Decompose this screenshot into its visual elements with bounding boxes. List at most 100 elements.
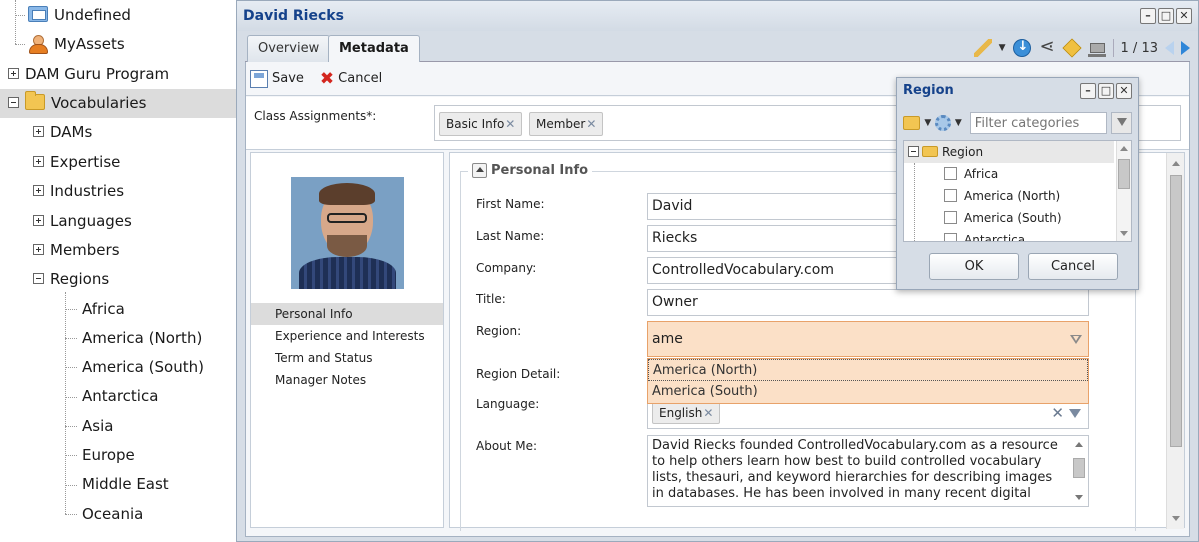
gear-icon[interactable] (935, 115, 951, 131)
collapse-icon[interactable] (472, 163, 487, 178)
class-assignments-label: Class Assignments*: (254, 109, 377, 123)
chevron-down-icon[interactable] (1070, 335, 1082, 344)
save-button[interactable]: Save (250, 69, 304, 88)
tree-item-africa[interactable]: Africa (82, 295, 125, 324)
checkbox[interactable] (944, 189, 957, 202)
package-icon[interactable] (1061, 38, 1082, 58)
section-legend[interactable]: Personal Info (468, 163, 593, 178)
expand-icon[interactable] (33, 243, 44, 255)
region-picker-dialog: Region – □ ✕ ▼ ▼ Region Africa America (… (896, 77, 1139, 290)
tree-item-vocabularies[interactable]: Vocabularies (0, 89, 236, 118)
chevron-down-icon[interactable] (1069, 409, 1081, 418)
section-nav: Personal Info Experience and Interests T… (251, 303, 443, 391)
company-label: Company: (476, 261, 537, 275)
folder-icon[interactable] (903, 116, 921, 130)
cancel-icon: ✖ (319, 68, 335, 89)
expand-icon[interactable] (33, 184, 44, 196)
language-label: Language: (476, 397, 540, 411)
pencil-icon[interactable] (973, 39, 992, 57)
maximize-button[interactable]: □ (1158, 8, 1174, 24)
nav-item-manager-notes[interactable]: Manager Notes (251, 369, 443, 391)
window-titlebar[interactable]: David Riecks – □ ✕ (237, 1, 1198, 31)
title-field[interactable]: Owner (647, 289, 1089, 316)
region-checkbox-item[interactable]: Antarctica (944, 229, 1025, 241)
last-name-label: Last Name: (476, 229, 545, 243)
collapse-icon[interactable] (908, 145, 919, 157)
tab-metadata[interactable]: Metadata (328, 35, 420, 63)
tree-item-america-north[interactable]: America (North) (82, 324, 202, 353)
filter-icon[interactable] (1110, 112, 1132, 134)
tree-item-dam-guru-program[interactable]: DAM Guru Program (8, 60, 169, 89)
tree-item-america-south[interactable]: America (South) (82, 353, 204, 382)
chevron-down-icon[interactable]: ▼ (955, 118, 962, 128)
region-option[interactable]: America (South) (648, 381, 1088, 403)
close-button[interactable]: ✕ (1176, 8, 1192, 24)
remove-icon[interactable]: ✕ (703, 406, 713, 420)
tree-item-myassets[interactable]: MyAssets (28, 30, 125, 59)
tab-overview[interactable]: Overview (247, 35, 331, 62)
chevron-down-icon[interactable]: ▼ (924, 118, 931, 128)
dialog-cancel-button[interactable]: Cancel (1028, 253, 1118, 280)
tree-item-languages[interactable]: Languages (33, 207, 132, 236)
clear-icon[interactable]: ✕ (1051, 404, 1064, 422)
class-chip[interactable]: Basic Info✕ (439, 112, 523, 136)
folder-icon (922, 145, 938, 157)
region-detail-label: Region Detail: (476, 367, 561, 381)
checkbox[interactable] (944, 211, 957, 224)
region-checkbox-item[interactable]: America (North) (944, 185, 1060, 207)
next-icon[interactable] (1181, 41, 1190, 55)
tree-item-expertise[interactable]: Expertise (33, 148, 120, 177)
previous-icon[interactable] (1165, 41, 1174, 55)
tree-item-europe[interactable]: Europe (82, 441, 135, 470)
folder-icon (25, 91, 45, 110)
tree-item-undefined[interactable]: Undefined (28, 1, 131, 30)
ok-button[interactable]: OK (929, 253, 1019, 280)
tree-item-oceania[interactable]: Oceania (82, 500, 143, 529)
chevron-down-icon[interactable]: ▼ (999, 43, 1006, 53)
about-textarea[interactable]: David Riecks founded ControlledVocabular… (647, 435, 1089, 507)
nav-item-experience[interactable]: Experience and Interests (251, 325, 443, 347)
download-icon[interactable] (1012, 39, 1031, 57)
language-chip[interactable]: English✕ (652, 402, 721, 424)
share-icon[interactable] (1038, 36, 1056, 57)
collapse-icon[interactable] (33, 272, 44, 284)
tree-item-industries[interactable]: Industries (33, 177, 124, 206)
cancel-button[interactable]: ✖ Cancel (319, 68, 382, 89)
tab-tools: ▼ 1 / 13 (973, 36, 1190, 59)
tree-item-members[interactable]: Members (33, 236, 120, 265)
maximize-button[interactable]: □ (1098, 83, 1114, 99)
expand-icon[interactable] (33, 125, 44, 137)
expand-icon[interactable] (8, 67, 19, 79)
region-checkbox-item[interactable]: America (South) (944, 207, 1062, 229)
checkbox[interactable] (944, 167, 957, 180)
expand-icon[interactable] (33, 155, 44, 167)
category-tree: Undefined MyAssets DAM Guru Program Voca… (0, 0, 236, 542)
pager-text: 1 / 13 (1120, 40, 1158, 56)
minimize-button[interactable]: – (1140, 8, 1156, 24)
close-button[interactable]: ✕ (1116, 83, 1132, 99)
collapse-icon[interactable] (8, 96, 19, 108)
expand-icon[interactable] (33, 214, 44, 226)
checkbox[interactable] (944, 233, 957, 241)
region-root[interactable]: Region (904, 141, 1114, 163)
class-chip[interactable]: Member✕ (529, 112, 604, 136)
minimize-button[interactable]: – (1080, 83, 1096, 99)
tree-item-asia[interactable]: Asia (82, 412, 113, 441)
nav-item-term-status[interactable]: Term and Status (251, 347, 443, 369)
filter-input[interactable] (969, 112, 1107, 134)
region-tree-scrollbar[interactable] (1116, 141, 1131, 241)
form-scrollbar[interactable] (1166, 153, 1184, 529)
title-label: Title: (476, 292, 506, 306)
cart-icon[interactable] (1087, 39, 1106, 57)
region-option[interactable]: America (North) (648, 359, 1088, 381)
region-checkbox-item[interactable]: Africa (944, 163, 998, 185)
tree-item-regions[interactable]: Regions (33, 265, 109, 294)
remove-icon[interactable]: ✕ (505, 117, 515, 131)
tree-item-dams[interactable]: DAMs (33, 118, 92, 147)
tree-item-antarctica[interactable]: Antarctica (82, 382, 158, 411)
nav-item-personal-info[interactable]: Personal Info (251, 303, 443, 325)
tree-item-middle-east[interactable]: Middle East (82, 470, 169, 499)
remove-icon[interactable]: ✕ (586, 117, 596, 131)
region-combobox[interactable]: ame (647, 321, 1089, 357)
about-scrollbar[interactable] (1072, 438, 1086, 504)
